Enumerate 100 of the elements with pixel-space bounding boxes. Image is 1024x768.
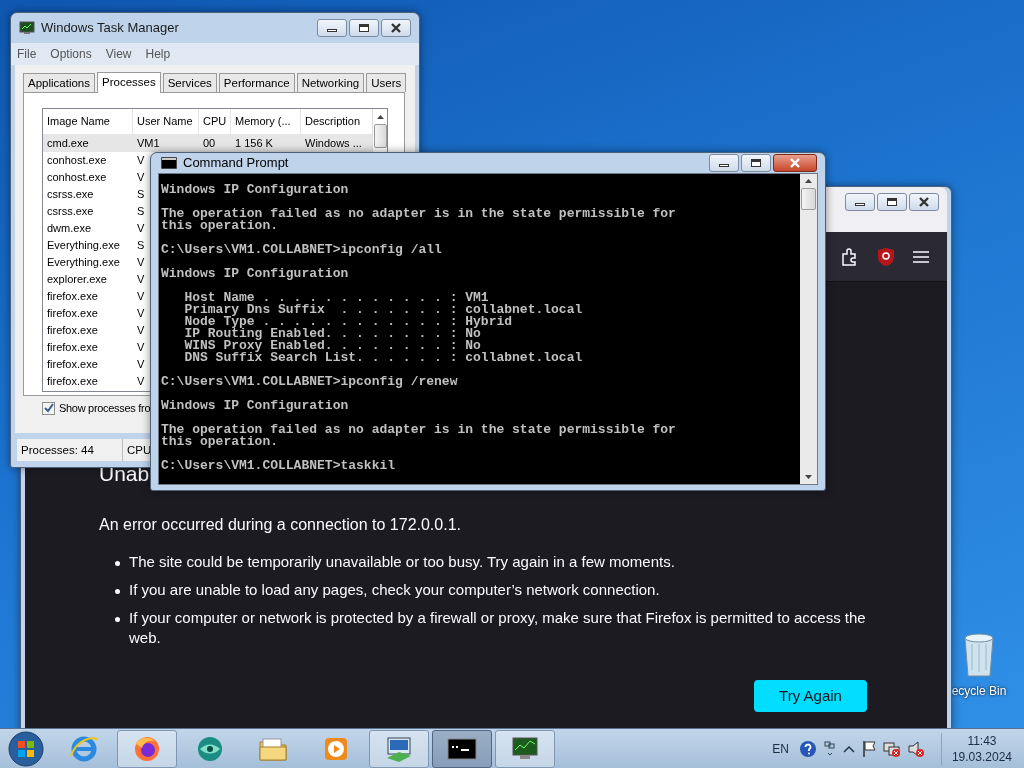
error-message: An error occurred during a connection to 172.0.0.1. bbox=[99, 515, 462, 535]
terminal-line: The operation failed as no adapter is in the state permissible for bbox=[161, 207, 677, 220]
table-cell-text: V bbox=[136, 374, 146, 389]
taskbar-app[interactable] bbox=[495, 729, 555, 768]
table-cell-text: firefox.exe bbox=[46, 323, 99, 338]
status-text: Processes: 44 bbox=[17, 439, 123, 461]
table-cell-text: V bbox=[136, 357, 146, 372]
column-header[interactable]: Memory (... bbox=[231, 109, 301, 134]
maximize-button[interactable] bbox=[741, 153, 771, 172]
start-button[interactable] bbox=[6, 729, 46, 768]
menu-item[interactable]: File bbox=[17, 45, 37, 63]
tab[interactable]: Processes bbox=[97, 72, 161, 93]
tab[interactable]: Networking bbox=[296, 73, 365, 92]
bullet-icon bbox=[115, 617, 120, 622]
icon-label[interactable]: ecycle Bin bbox=[951, 682, 1007, 700]
maximize-button[interactable] bbox=[349, 19, 379, 37]
clock-date[interactable]: 19.03.2024 bbox=[951, 748, 1012, 765]
table-cell-text: conhost.exe bbox=[46, 170, 108, 185]
table-cell-text: V bbox=[136, 255, 146, 270]
help-icon[interactable] bbox=[798, 739, 817, 758]
minimize-button[interactable] bbox=[709, 153, 739, 172]
terminal-line: Windows IP Configuration bbox=[161, 399, 350, 412]
column-header[interactable]: CPU bbox=[199, 109, 231, 134]
close-button[interactable] bbox=[773, 153, 817, 172]
shield-icon[interactable] bbox=[877, 246, 895, 267]
terminal-line: Windows IP Configuration bbox=[161, 267, 350, 280]
table-cell-text: S bbox=[136, 204, 146, 219]
error-hint: If you are unable to load any pages, check your computer’s network connection. bbox=[129, 580, 660, 600]
terminal-line: this operation. bbox=[161, 219, 280, 232]
table-cell-text: 1 156 K bbox=[234, 136, 274, 151]
bullet-icon bbox=[115, 561, 120, 566]
terminal-line: Primary Dns Suffix . . . . . . . : collabnet.local bbox=[183, 303, 584, 316]
close-button[interactable] bbox=[909, 193, 939, 211]
table-cell-text: S bbox=[136, 238, 146, 253]
table-cell-text: csrss.exe bbox=[46, 204, 95, 219]
tab[interactable]: Applications bbox=[23, 73, 95, 92]
terminal-line: C:\Users\VM1.COLLABNET>ipconfig /renew bbox=[161, 375, 459, 388]
minimize-button[interactable] bbox=[317, 19, 347, 37]
window-title: Windows Task Manager bbox=[41, 19, 180, 38]
minimize-button[interactable] bbox=[845, 193, 875, 211]
close-button[interactable] bbox=[381, 19, 411, 37]
taskbar-app[interactable] bbox=[432, 729, 492, 768]
close-icon bbox=[390, 22, 402, 34]
table-cell-text: V bbox=[136, 289, 146, 304]
table-cell-text: Everything.exe bbox=[46, 238, 121, 253]
scrollbar-thumb[interactable] bbox=[373, 124, 387, 148]
network-icon[interactable] bbox=[882, 739, 901, 758]
table-cell-text: firefox.exe bbox=[46, 340, 99, 355]
table-cell-text: V bbox=[136, 221, 146, 236]
try-again-button[interactable]: Try Again bbox=[754, 680, 867, 712]
speaker-icon[interactable] bbox=[906, 739, 925, 758]
table-cell-text: V bbox=[136, 340, 146, 355]
table-cell-text: dwm.exe bbox=[46, 221, 93, 236]
checkbox[interactable] bbox=[42, 401, 55, 415]
close-icon bbox=[918, 196, 930, 208]
table-cell-text: VM1 bbox=[136, 136, 161, 151]
table-cell-text: firefox.exe bbox=[46, 374, 99, 389]
terminal-line: C:\Users\VM1.COLLABNET>taskkil bbox=[161, 459, 397, 472]
table-cell-text: explorer.exe bbox=[46, 272, 108, 287]
checkbox-label: Show processes fro bbox=[59, 401, 151, 416]
menu-item[interactable]: Options bbox=[50, 45, 92, 63]
table-cell-text: V bbox=[136, 272, 146, 287]
language-indicator[interactable]: EN bbox=[772, 739, 789, 758]
terminal-line: DNS Suffix Search List. . . . . . : collabnet.local bbox=[183, 351, 584, 364]
tab[interactable]: Performance bbox=[218, 73, 295, 92]
flag-icon[interactable] bbox=[860, 739, 877, 758]
clock-time[interactable]: 11:43 bbox=[967, 732, 997, 749]
close-icon bbox=[789, 156, 801, 169]
tab[interactable]: Services bbox=[162, 73, 217, 92]
menu-icon[interactable] bbox=[913, 249, 929, 264]
table-cell-text: 00 bbox=[202, 136, 217, 151]
table-cell-text: Windows ... bbox=[304, 136, 363, 151]
terminal-line: The operation failed as no adapter is in the state permissible for bbox=[161, 423, 677, 436]
terminal-line: C:\Users\VM1.COLLABNET>ipconfig /all bbox=[161, 243, 443, 256]
column-header[interactable]: Image Name bbox=[43, 109, 133, 134]
column-header[interactable]: User Name bbox=[133, 109, 199, 134]
maximize-button[interactable] bbox=[877, 193, 907, 211]
table-cell-text: Everything.exe bbox=[46, 255, 121, 270]
table-cell-text: firefox.exe bbox=[46, 306, 99, 321]
up-arrow-icon[interactable] bbox=[376, 114, 384, 119]
puzzle-icon[interactable] bbox=[841, 247, 859, 266]
error-hint: The site could be temporarily unavailable or too busy. Try again in a few moments. bbox=[129, 552, 675, 572]
monitor-icon bbox=[19, 21, 35, 35]
terminal-line: IP Routing Enabled. . . . . . . . : No bbox=[183, 327, 481, 340]
terminal-line: this operation. bbox=[161, 435, 280, 448]
console-icon bbox=[161, 156, 177, 169]
table-cell-text: conhost.exe bbox=[46, 153, 108, 168]
table-cell-text: S bbox=[136, 187, 146, 202]
tab[interactable]: Users bbox=[366, 73, 407, 92]
table-cell-text: cmd.exe bbox=[46, 136, 90, 151]
table-cell-text: V bbox=[136, 153, 146, 168]
scrollbar[interactable] bbox=[800, 173, 817, 484]
menu-item[interactable]: View bbox=[105, 45, 132, 63]
selected-row[interactable]: cmd.exe VM1 00 1 156 K Windows ... bbox=[43, 135, 372, 152]
bullet-icon bbox=[115, 589, 120, 594]
menu-item[interactable]: Help bbox=[145, 45, 171, 63]
error-hint: If your computer or network is protected by a firewall or proxy, make sure that Firefox is permitted to access the web. bbox=[129, 608, 867, 648]
table-cell-text: firefox.exe bbox=[46, 289, 99, 304]
scrollbar-thumb[interactable] bbox=[801, 187, 816, 210]
table-cell-text: V bbox=[136, 170, 146, 185]
